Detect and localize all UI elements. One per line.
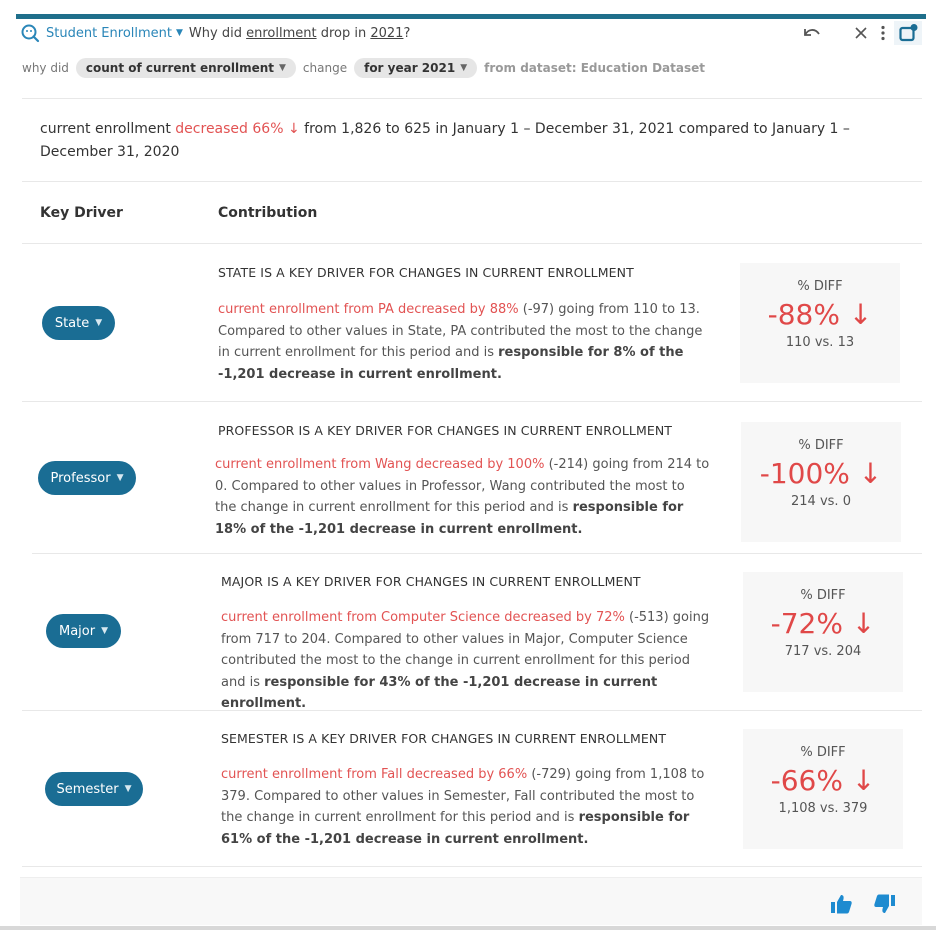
summary-change: decreased 66% ↓: [175, 121, 300, 137]
divider: [22, 243, 922, 244]
thumbs-down-icon[interactable]: [874, 894, 896, 918]
driver-pill-label: Major: [59, 623, 96, 639]
more-vertical-icon[interactable]: [872, 21, 894, 45]
search-icon[interactable]: [20, 23, 40, 43]
diff-value: -88% ↓: [767, 298, 873, 331]
diff-comparison: 110 vs. 13: [785, 335, 855, 350]
summary-text: current enrollment decreased 66% ↓ from …: [40, 118, 925, 164]
driver-highlight: current enrollment from Fall decreased b…: [221, 767, 528, 782]
divider: [22, 181, 922, 182]
driver-highlight: current enrollment from PA decreased by …: [218, 302, 519, 317]
driver-pill-state[interactable]: State ▼: [42, 306, 115, 340]
metric-dropdown-label: count of current enrollment: [85, 61, 274, 75]
question-text: Why did enrollment drop in 2021?: [189, 26, 410, 41]
driver-description: current enrollment from Computer Science…: [221, 607, 711, 715]
question-mid: drop in: [316, 25, 371, 41]
driver-responsibility: responsible for 43% of the -1,201 decrea…: [221, 674, 658, 712]
driver-heading: STATE IS A KEY DRIVER FOR CHANGES IN CUR…: [218, 265, 634, 280]
chevron-down-icon: ▼: [95, 318, 103, 328]
dataset-label: from dataset: Education Dataset: [484, 61, 705, 75]
summary-prefix: current enrollment: [40, 121, 176, 137]
diff-value: -66% ↓: [770, 764, 876, 797]
diff-label: % DIFF: [797, 279, 843, 294]
diff-card: % DIFF -88% ↓ 110 vs. 13: [740, 263, 900, 383]
diff-card: % DIFF -72% ↓ 717 vs. 204: [743, 572, 903, 692]
diff-label: % DIFF: [798, 438, 844, 453]
divider: [22, 98, 922, 99]
feedback-buttons: [830, 894, 896, 918]
diff-card: % DIFF -100% ↓ 214 vs. 0: [741, 422, 901, 542]
diff-comparison: 214 vs. 0: [791, 494, 851, 509]
close-icon[interactable]: [850, 21, 872, 45]
period-dropdown[interactable]: for year 2021 ▼: [354, 58, 478, 78]
question-prefix: Why did: [188, 25, 247, 41]
driver-description: current enrollment from PA decreased by …: [218, 299, 708, 385]
chevron-down-icon[interactable]: ▼: [176, 28, 183, 38]
divider: [22, 710, 922, 711]
column-header-contribution: Contribution: [218, 205, 318, 221]
divider: [22, 401, 922, 402]
driver-description: current enrollment from Fall decreased b…: [221, 764, 711, 850]
analysis-title[interactable]: Student Enrollment: [46, 26, 172, 41]
window-bottom-edge: [0, 926, 936, 930]
driver-pill-label: Semester: [56, 781, 119, 797]
chevron-down-icon: ▼: [460, 63, 468, 73]
diff-comparison: 1,108 vs. 379: [778, 801, 868, 816]
diff-label: % DIFF: [800, 588, 846, 603]
diff-value: -72% ↓: [770, 607, 876, 640]
thumbs-up-icon[interactable]: [830, 894, 852, 918]
metric-dropdown[interactable]: count of current enrollment ▼: [75, 58, 296, 78]
divider: [32, 553, 922, 554]
chevron-down-icon: ▼: [124, 784, 132, 794]
period-dropdown-label: for year 2021: [364, 61, 456, 75]
header-actions: [796, 21, 922, 45]
driver-heading: MAJOR IS A KEY DRIVER FOR CHANGES IN CUR…: [221, 574, 641, 589]
chevron-down-icon: ▼: [116, 473, 124, 483]
chevron-down-icon: ▼: [101, 626, 109, 636]
driver-highlight: current enrollment from Computer Science…: [221, 610, 625, 625]
driver-description: current enrollment from Wang decreased b…: [215, 454, 710, 540]
header-bar: Student Enrollment ▼ Why did enrollment …: [16, 19, 926, 47]
question-suffix: ?: [403, 25, 411, 41]
chevron-down-icon: ▼: [279, 63, 286, 73]
driver-pill-major[interactable]: Major ▼: [46, 614, 121, 648]
feedback-footer: [20, 877, 922, 925]
pin-icon[interactable]: [894, 21, 922, 45]
change-label: change: [302, 61, 348, 75]
driver-pill-semester[interactable]: Semester ▼: [45, 772, 143, 806]
driver-heading: PROFESSOR IS A KEY DRIVER FOR CHANGES IN…: [218, 423, 673, 438]
undo-icon[interactable]: [796, 21, 826, 45]
driver-highlight: current enrollment from Wang decreased b…: [215, 457, 545, 472]
column-header-key-driver: Key Driver: [40, 205, 123, 221]
driver-heading: SEMESTER IS A KEY DRIVER FOR CHANGES IN …: [221, 731, 667, 746]
question-term-enrollment[interactable]: enrollment: [246, 26, 316, 41]
driver-pill-label: Professor: [50, 470, 111, 486]
question-term-year[interactable]: 2021: [370, 26, 403, 41]
diff-comparison: 717 vs. 204: [784, 644, 862, 659]
query-bar: why did count of current enrollment ▼ cha…: [22, 56, 705, 80]
diff-label: % DIFF: [800, 745, 846, 760]
driver-pill-label: State: [54, 315, 90, 331]
divider: [22, 866, 922, 867]
diff-card: % DIFF -66% ↓ 1,108 vs. 379: [743, 729, 903, 849]
why-did-label: why did: [22, 61, 69, 75]
diff-value: -100% ↓: [759, 457, 883, 490]
driver-pill-professor[interactable]: Professor ▼: [38, 461, 136, 495]
